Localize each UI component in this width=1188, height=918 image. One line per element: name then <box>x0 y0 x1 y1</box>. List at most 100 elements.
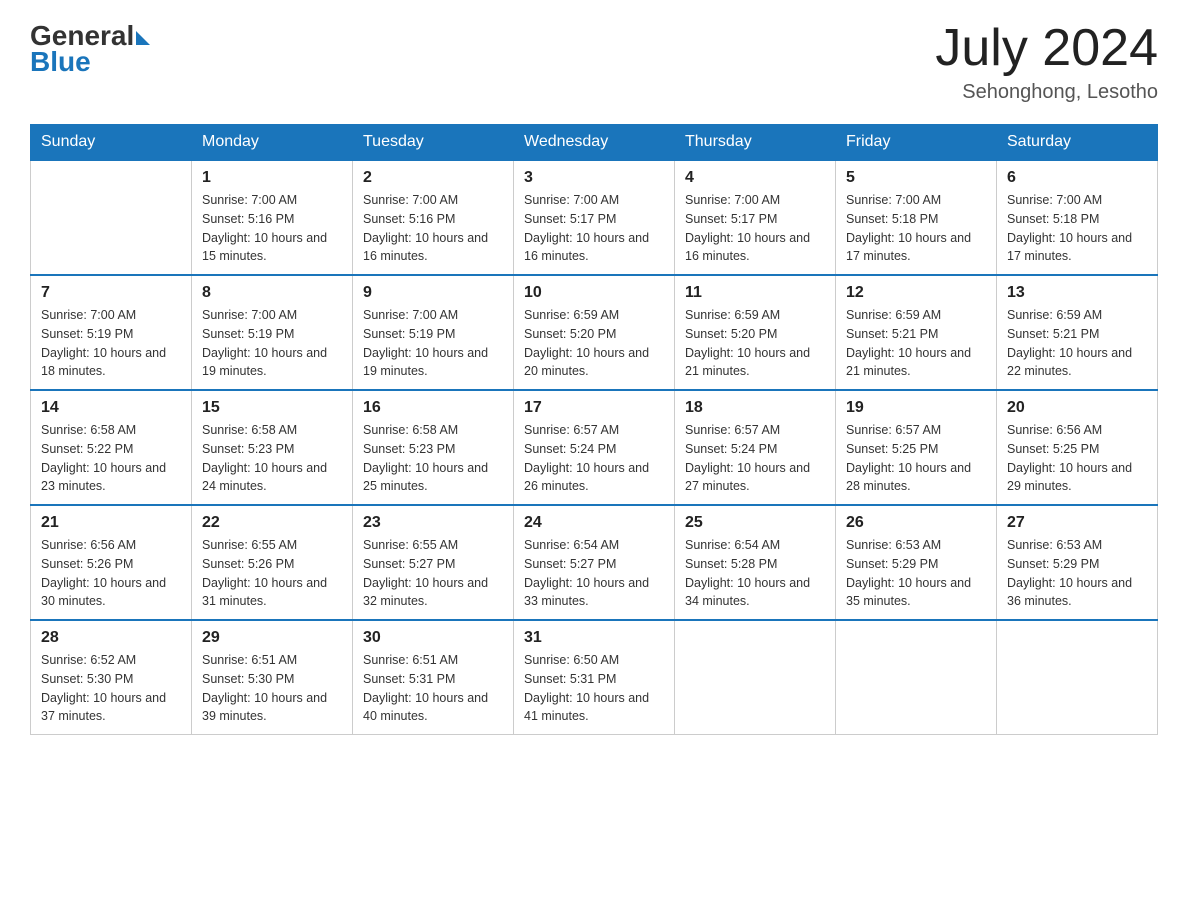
day-number: 25 <box>685 514 825 532</box>
day-info: Sunrise: 6:57 AMSunset: 5:24 PMDaylight:… <box>685 421 825 496</box>
day-number: 29 <box>202 629 342 647</box>
calendar-cell: 25Sunrise: 6:54 AMSunset: 5:28 PMDayligh… <box>675 505 836 620</box>
calendar-week-row-2: 7 Sunrise: 7:00 AMSunset: 5:19 PMDaylight… <box>31 275 1158 390</box>
calendar-cell: 30Sunrise: 6:51 AMSunset: 5:31 PMDayligh… <box>353 620 514 735</box>
calendar-header-sunday: Sunday <box>31 125 192 161</box>
day-number: 24 <box>524 514 664 532</box>
day-number: 1 <box>202 169 342 187</box>
calendar-cell: 20 Sunrise: 6:56 AMSunset: 5:25 PMDayligh… <box>997 390 1158 505</box>
calendar-week-row-1: 1 Sunrise: 7:00 AMSunset: 5:16 PMDaylight… <box>31 160 1158 275</box>
calendar-cell: 13 Sunrise: 6:59 AMSunset: 5:21 PMDayligh… <box>997 275 1158 390</box>
calendar-week-row-5: 28 Sunrise: 6:52 AMSunset: 5:30 PMDayligh… <box>31 620 1158 735</box>
day-info: Sunrise: 6:57 AMSunset: 5:24 PMDaylight:… <box>524 421 664 496</box>
calendar-cell: 15 Sunrise: 6:58 AMSunset: 5:23 PMDayligh… <box>192 390 353 505</box>
logo-blue-text: Blue <box>30 46 91 78</box>
day-number: 16 <box>363 399 503 417</box>
calendar-cell: 27Sunrise: 6:53 AMSunset: 5:29 PMDayligh… <box>997 505 1158 620</box>
calendar-cell: 7 Sunrise: 7:00 AMSunset: 5:19 PMDaylight… <box>31 275 192 390</box>
day-info: Sunrise: 6:59 AMSunset: 5:21 PMDaylight:… <box>846 306 986 381</box>
day-number: 9 <box>363 284 503 302</box>
day-number: 14 <box>41 399 181 417</box>
calendar-header-wednesday: Wednesday <box>514 125 675 161</box>
day-info: Sunrise: 6:59 AMSunset: 5:20 PMDaylight:… <box>685 306 825 381</box>
day-number: 20 <box>1007 399 1147 417</box>
day-info: Sunrise: 6:56 AMSunset: 5:25 PMDaylight:… <box>1007 421 1147 496</box>
day-number: 28 <box>41 629 181 647</box>
calendar-cell: 11 Sunrise: 6:59 AMSunset: 5:20 PMDayligh… <box>675 275 836 390</box>
day-number: 31 <box>524 629 664 647</box>
day-number: 5 <box>846 169 986 187</box>
calendar-cell: 12 Sunrise: 6:59 AMSunset: 5:21 PMDayligh… <box>836 275 997 390</box>
calendar-week-row-3: 14 Sunrise: 6:58 AMSunset: 5:22 PMDayligh… <box>31 390 1158 505</box>
calendar-table: SundayMondayTuesdayWednesdayThursdayFrid… <box>30 124 1158 735</box>
calendar-cell <box>31 160 192 275</box>
calendar-cell: 23 Sunrise: 6:55 AMSunset: 5:27 PMDayligh… <box>353 505 514 620</box>
day-info: Sunrise: 6:50 AMSunset: 5:31 PMDaylight:… <box>524 651 664 726</box>
calendar-cell: 3Sunrise: 7:00 AMSunset: 5:17 PMDaylight… <box>514 160 675 275</box>
calendar-header-monday: Monday <box>192 125 353 161</box>
calendar-cell <box>675 620 836 735</box>
calendar-cell: 16 Sunrise: 6:58 AMSunset: 5:23 PMDayligh… <box>353 390 514 505</box>
day-number: 19 <box>846 399 986 417</box>
day-info: Sunrise: 6:58 AMSunset: 5:22 PMDaylight:… <box>41 421 181 496</box>
day-info: Sunrise: 6:58 AMSunset: 5:23 PMDaylight:… <box>202 421 342 496</box>
calendar-cell: 29Sunrise: 6:51 AMSunset: 5:30 PMDayligh… <box>192 620 353 735</box>
calendar-week-row-4: 21Sunrise: 6:56 AMSunset: 5:26 PMDayligh… <box>31 505 1158 620</box>
calendar-header-friday: Friday <box>836 125 997 161</box>
day-info: Sunrise: 6:55 AMSunset: 5:27 PMDaylight:… <box>363 536 503 611</box>
calendar-cell: 26 Sunrise: 6:53 AMSunset: 5:29 PMDayligh… <box>836 505 997 620</box>
day-info: Sunrise: 7:00 AMSunset: 5:17 PMDaylight:… <box>524 191 664 266</box>
day-info: Sunrise: 6:51 AMSunset: 5:31 PMDaylight:… <box>363 651 503 726</box>
calendar-header-thursday: Thursday <box>675 125 836 161</box>
day-number: 21 <box>41 514 181 532</box>
day-number: 27 <box>1007 514 1147 532</box>
day-number: 7 <box>41 284 181 302</box>
title-area: July 2024 Sehonghong, Lesotho <box>935 20 1158 104</box>
day-info: Sunrise: 6:59 AMSunset: 5:20 PMDaylight:… <box>524 306 664 381</box>
calendar-cell: 19 Sunrise: 6:57 AMSunset: 5:25 PMDayligh… <box>836 390 997 505</box>
day-number: 18 <box>685 399 825 417</box>
day-info: Sunrise: 6:57 AMSunset: 5:25 PMDaylight:… <box>846 421 986 496</box>
logo: General Blue <box>30 20 150 78</box>
day-info: Sunrise: 7:00 AMSunset: 5:19 PMDaylight:… <box>202 306 342 381</box>
page-header: General Blue July 2024 Sehonghong, Lesot… <box>30 20 1158 104</box>
calendar-cell: 5 Sunrise: 7:00 AMSunset: 5:18 PMDaylight… <box>836 160 997 275</box>
calendar-cell <box>997 620 1158 735</box>
day-number: 6 <box>1007 169 1147 187</box>
day-info: Sunrise: 7:00 AMSunset: 5:19 PMDaylight:… <box>363 306 503 381</box>
day-number: 2 <box>363 169 503 187</box>
day-number: 22 <box>202 514 342 532</box>
day-info: Sunrise: 6:58 AMSunset: 5:23 PMDaylight:… <box>363 421 503 496</box>
calendar-cell: 4Sunrise: 7:00 AMSunset: 5:17 PMDaylight… <box>675 160 836 275</box>
calendar-cell: 18 Sunrise: 6:57 AMSunset: 5:24 PMDayligh… <box>675 390 836 505</box>
calendar-cell: 1 Sunrise: 7:00 AMSunset: 5:16 PMDaylight… <box>192 160 353 275</box>
day-number: 13 <box>1007 284 1147 302</box>
day-number: 4 <box>685 169 825 187</box>
day-info: Sunrise: 7:00 AMSunset: 5:16 PMDaylight:… <box>202 191 342 266</box>
day-number: 23 <box>363 514 503 532</box>
day-number: 15 <box>202 399 342 417</box>
calendar-cell <box>836 620 997 735</box>
day-number: 26 <box>846 514 986 532</box>
calendar-header-saturday: Saturday <box>997 125 1158 161</box>
location: Sehonghong, Lesotho <box>935 81 1158 104</box>
day-info: Sunrise: 7:00 AMSunset: 5:18 PMDaylight:… <box>846 191 986 266</box>
calendar-header-row: SundayMondayTuesdayWednesdayThursdayFrid… <box>31 125 1158 161</box>
month-title: July 2024 <box>935 20 1158 77</box>
calendar-cell: 6 Sunrise: 7:00 AMSunset: 5:18 PMDaylight… <box>997 160 1158 275</box>
calendar-header-tuesday: Tuesday <box>353 125 514 161</box>
calendar-cell: 17Sunrise: 6:57 AMSunset: 5:24 PMDayligh… <box>514 390 675 505</box>
day-info: Sunrise: 7:00 AMSunset: 5:19 PMDaylight:… <box>41 306 181 381</box>
day-info: Sunrise: 6:53 AMSunset: 5:29 PMDaylight:… <box>846 536 986 611</box>
day-number: 10 <box>524 284 664 302</box>
day-info: Sunrise: 7:00 AMSunset: 5:18 PMDaylight:… <box>1007 191 1147 266</box>
day-number: 12 <box>846 284 986 302</box>
calendar-cell: 8Sunrise: 7:00 AMSunset: 5:19 PMDaylight… <box>192 275 353 390</box>
day-info: Sunrise: 7:00 AMSunset: 5:16 PMDaylight:… <box>363 191 503 266</box>
day-info: Sunrise: 6:52 AMSunset: 5:30 PMDaylight:… <box>41 651 181 726</box>
calendar-cell: 9 Sunrise: 7:00 AMSunset: 5:19 PMDaylight… <box>353 275 514 390</box>
calendar-cell: 2 Sunrise: 7:00 AMSunset: 5:16 PMDaylight… <box>353 160 514 275</box>
day-info: Sunrise: 6:59 AMSunset: 5:21 PMDaylight:… <box>1007 306 1147 381</box>
calendar-cell: 14 Sunrise: 6:58 AMSunset: 5:22 PMDayligh… <box>31 390 192 505</box>
day-number: 11 <box>685 284 825 302</box>
